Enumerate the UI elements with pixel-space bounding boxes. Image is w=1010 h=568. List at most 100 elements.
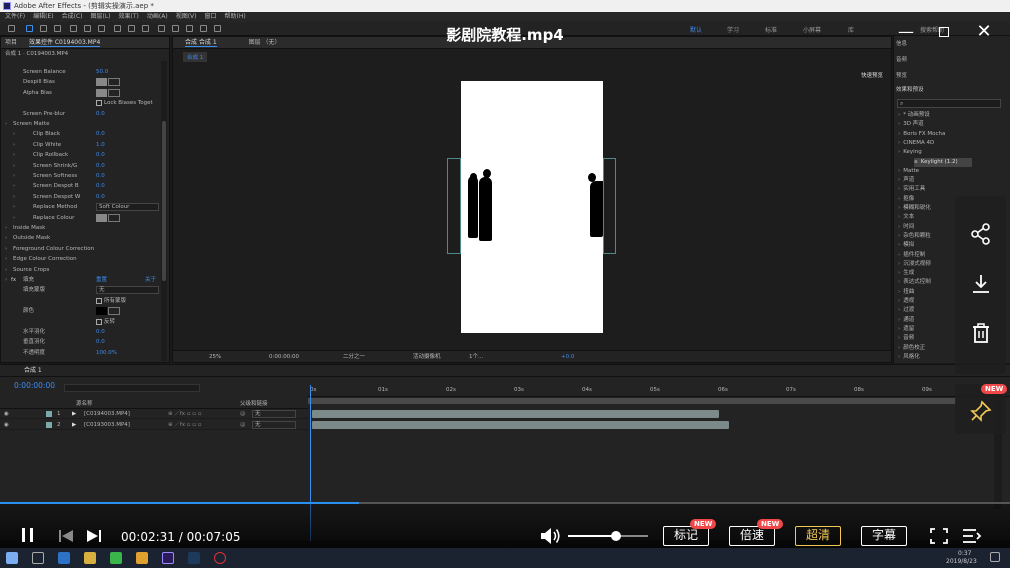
effect-property-row[interactable]: › Screen Despot B 0.0 (3, 181, 161, 191)
menu-item[interactable]: 窗口 (204, 13, 216, 20)
menu-item[interactable]: 动画(A) (147, 13, 168, 20)
menu-item[interactable]: 合成(C) (62, 13, 83, 20)
effect-category[interactable]: › 3D 声道 (898, 120, 1006, 129)
layer-row[interactable]: ◉ 2 ▶ [C0193003.MP4] ⊕ ／fx ▫ ▫ ▫ @ 无 (0, 420, 308, 430)
expand-arrow-icon[interactable]: › (898, 261, 900, 267)
photoshop-icon[interactable] (188, 552, 200, 564)
menu-item[interactable]: 编辑(E) (33, 13, 53, 20)
expand-arrow-icon[interactable]: › (898, 214, 900, 220)
close-icon[interactable]: ✕ (973, 22, 995, 42)
expand-arrow-icon[interactable]: › (13, 171, 15, 181)
expand-arrow-icon[interactable]: › (5, 223, 7, 233)
zoom-select[interactable]: 25% (209, 351, 221, 363)
effect-property-row[interactable]: › Clip Black 0.0 (3, 129, 161, 139)
preview-panel-item[interactable]: 预览 (896, 72, 1004, 81)
pick-whip-icon[interactable]: @ (240, 420, 246, 430)
expand-arrow-icon[interactable]: › (898, 307, 900, 313)
layer-switches[interactable]: ⊕ ／fx ▫ ▫ ▫ (168, 420, 201, 430)
effect-property-row[interactable]: › Screen Shrink/G 0.0 (3, 161, 161, 171)
effect-property-row[interactable]: › Clip White 1.0 (3, 140, 161, 150)
eyedropper-icon[interactable] (108, 78, 120, 87)
menu-item[interactable]: 文件(F) (5, 13, 25, 20)
expand-arrow-icon[interactable]: › (5, 233, 7, 243)
effect-category[interactable]: › Matte (898, 167, 1006, 176)
dropdown-select[interactable]: 无 (96, 286, 159, 295)
color-swatch[interactable] (96, 307, 107, 316)
effect-property-row[interactable]: › Screen Matte (3, 119, 161, 129)
menu-item[interactable]: 视图(V) (176, 13, 197, 20)
effect-property-row[interactable]: 反转 (3, 317, 161, 327)
layer-name[interactable]: [C0194003.MP4] (84, 409, 130, 419)
expand-arrow-icon[interactable]: › (898, 242, 900, 248)
effect-property-value[interactable]: 0.0 (96, 171, 105, 181)
checkbox[interactable] (96, 100, 102, 107)
effect-property-value[interactable]: 50.0 (96, 67, 108, 77)
expand-arrow-icon[interactable]: › (898, 270, 900, 276)
pin-control[interactable]: NEW (955, 384, 1008, 434)
mark-button[interactable]: 标记 (663, 526, 709, 546)
layer-duration-bar[interactable] (312, 421, 730, 429)
expand-arrow-icon[interactable]: › (898, 252, 900, 258)
next-icon[interactable] (86, 528, 102, 544)
effect-property-row[interactable]: Screen Balance 50.0 (3, 67, 161, 77)
expand-arrow-icon[interactable]: › (898, 317, 900, 323)
expand-arrow-icon[interactable]: › (898, 289, 900, 295)
effect-property-row[interactable]: 不透明度 100.0% (3, 348, 161, 358)
comp-chip[interactable]: 合成 1 (183, 52, 208, 62)
expand-arrow-icon[interactable]: › (898, 121, 900, 127)
views-select[interactable]: 1个... (469, 351, 483, 363)
expand-arrow-icon[interactable]: › (898, 335, 900, 341)
effect-property-row[interactable]: › Replace Colour (3, 213, 161, 223)
about-link[interactable]: 关于 (145, 275, 156, 285)
layer-switches[interactable]: ⊕ ／fx ▫ ▫ ▫ (168, 409, 201, 419)
expand-arrow-icon[interactable]: › (898, 177, 900, 183)
expand-arrow-icon[interactable]: › (898, 196, 900, 202)
effect-property-row[interactable]: › Outside Mask (3, 233, 161, 243)
search-icon[interactable] (32, 552, 44, 564)
menu-item[interactable]: 图层(L) (91, 13, 111, 20)
expand-arrow-icon[interactable]: › (13, 192, 15, 202)
effect-category[interactable]: › * 动画预设 (898, 111, 1006, 120)
effect-property-value[interactable]: 0.0 (96, 109, 105, 119)
expand-arrow-icon[interactable]: › (13, 129, 15, 139)
expand-arrow-icon[interactable]: › (898, 224, 900, 230)
color-swatch[interactable] (96, 213, 107, 222)
pick-whip-icon[interactable]: @ (240, 409, 246, 419)
expand-arrow-icon[interactable]: › (13, 161, 15, 171)
chrome-icon[interactable] (136, 552, 148, 564)
reset-link[interactable]: 重置 (96, 275, 107, 285)
effect-category[interactable]: › CINEMA 4D (898, 139, 1006, 148)
effect-property-row[interactable]: › Clip Rollback 0.0 (3, 150, 161, 160)
speed-button[interactable]: 倍速 (729, 526, 775, 546)
expand-arrow-icon[interactable]: › (898, 326, 900, 332)
eyedropper-icon[interactable] (108, 213, 120, 222)
effect-category[interactable]: › Boris FX Mocha (898, 130, 1006, 139)
volume-knob[interactable] (611, 531, 621, 541)
exposure-value[interactable]: +0.0 (561, 351, 574, 363)
parent-select[interactable]: 无 (252, 421, 296, 429)
effect-property-row[interactable]: › Inside Mask (3, 223, 161, 233)
progress-fill[interactable] (0, 502, 359, 504)
expand-arrow-icon[interactable]: › (898, 149, 900, 155)
effect-property-value[interactable]: 0.0 (96, 181, 105, 191)
layer-row[interactable]: ◉ 1 ▶ [C0194003.MP4] ⊕ ／fx ▫ ▫ ▫ @ 无 (0, 409, 308, 419)
expand-arrow-icon[interactable]: ▪ (914, 159, 918, 165)
fullscreen-icon[interactable] (930, 528, 948, 544)
effect-property-row[interactable]: › Replace Method Soft Colour (3, 202, 161, 212)
effect-category[interactable]: › 声道 (898, 176, 1006, 185)
effect-property-row[interactable]: 填充蒙版 无 (3, 285, 161, 295)
color-swatch[interactable] (96, 78, 107, 87)
effect-property-row[interactable]: Lock Biases Toget (3, 98, 161, 108)
folder-icon[interactable] (84, 552, 96, 564)
expand-arrow-icon[interactable]: › (5, 265, 7, 275)
expand-arrow-icon[interactable]: › (898, 140, 900, 146)
audio-panel-item[interactable]: 音频 (896, 56, 1004, 65)
visibility-eye-icon[interactable]: ◉ (4, 409, 9, 419)
windows-start-icon[interactable] (6, 552, 18, 564)
camera-select[interactable]: 活动摄像机 (413, 351, 441, 363)
expand-arrow-icon[interactable]: › (898, 112, 900, 118)
effect-property-row[interactable]: 所有蒙版 (3, 296, 161, 306)
notification-icon[interactable] (990, 552, 1000, 562)
resolution-select[interactable]: 二分之一 (343, 351, 365, 363)
effect-property-row[interactable]: 水平羽化 0.0 (3, 327, 161, 337)
